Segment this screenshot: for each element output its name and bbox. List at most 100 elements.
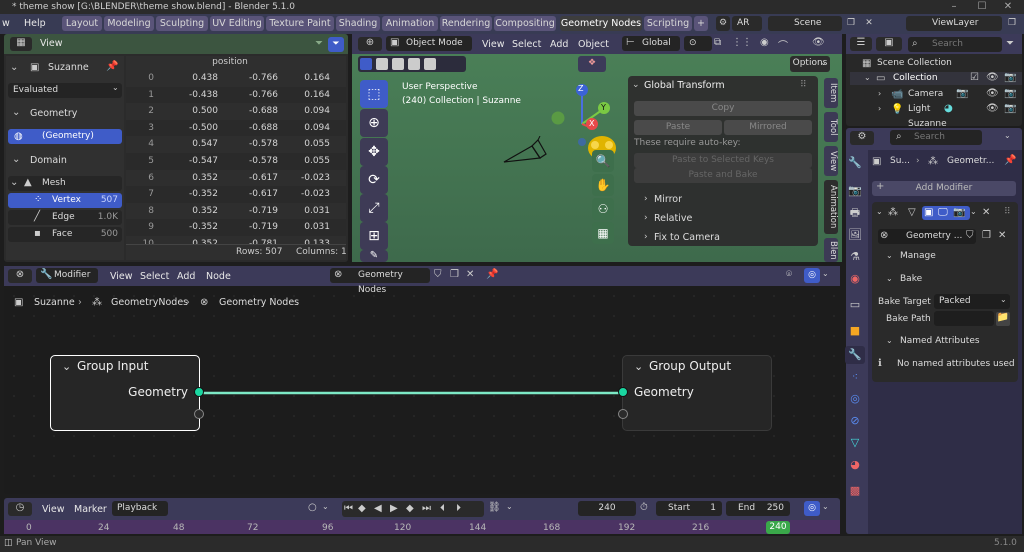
copy-button[interactable]: Copy — [634, 101, 812, 116]
falloff-icon[interactable]: ⌒ — [778, 37, 788, 52]
bake-path-field[interactable] — [934, 311, 994, 326]
outliner-camera[interactable]: Camera — [908, 89, 943, 99]
pin-scene-icon[interactable]: ⚙ — [716, 16, 730, 31]
collection-expand-icon[interactable]: ⌄ — [864, 73, 871, 82]
timeline-ruler[interactable] — [4, 520, 840, 534]
minimize-button[interactable]: – — [942, 0, 966, 14]
unlink-tree-icon[interactable]: ✕ — [466, 269, 474, 280]
ar-selector[interactable]: AR — [732, 16, 762, 31]
sidebar-tab-item[interactable]: Item — [824, 78, 838, 108]
bake-expand-icon[interactable]: ⌄ — [886, 274, 893, 283]
paste-button[interactable]: Paste — [634, 120, 722, 135]
tab-geometry-nodes[interactable]: Geometry Nodes — [560, 16, 642, 31]
new-scene-icon[interactable]: ❐ — [844, 16, 858, 31]
view-layer-tab-icon[interactable]: 🖼 — [845, 226, 865, 244]
particles-tab-icon[interactable]: ⁖ — [845, 368, 865, 386]
filter-outline-icon[interactable]: ⏷ — [312, 38, 326, 49]
object-tab-icon[interactable]: ■ — [845, 322, 865, 340]
collapse-domain-icon[interactable]: ⌄ — [12, 154, 20, 165]
filter-icon[interactable]: ⏷ — [328, 37, 344, 52]
select-box-mode-icon[interactable] — [360, 58, 372, 70]
camera-expand-icon[interactable]: › — [878, 89, 881, 98]
modifier-collapse-icon[interactable]: ⌄ — [876, 207, 883, 216]
current-frame-field[interactable]: 240 — [578, 501, 636, 516]
sidebar-tab-blender[interactable]: Blen — [824, 238, 838, 262]
transform-tool-icon[interactable]: ⊞ — [360, 222, 388, 250]
annotate-tool-icon[interactable]: ✎ — [360, 250, 388, 262]
paste-selected-keys-button[interactable]: Paste to Selected Keys — [634, 153, 812, 168]
paste-and-bake-button[interactable]: Paste and Bake — [634, 168, 812, 183]
jump-start-icon[interactable]: ⏮ — [344, 503, 353, 514]
viewport-menu-object[interactable]: Object — [578, 38, 609, 52]
node-editor-type-icon[interactable]: ⊗ — [8, 269, 32, 283]
move-tool-icon[interactable]: ✥ — [360, 138, 388, 166]
tab-texture-paint[interactable]: Texture Paint — [266, 16, 334, 31]
named-attributes-expand-icon[interactable]: ⌄ — [886, 336, 893, 345]
view-layer-selector[interactable]: ViewLayer — [906, 16, 1002, 31]
playhead[interactable]: 240 — [766, 521, 790, 534]
play-reverse-icon[interactable]: ◀ — [374, 503, 382, 514]
folder-icon[interactable]: 📁 — [996, 312, 1010, 326]
pan-view-icon[interactable]: ✋ — [592, 174, 614, 196]
pin-icon[interactable]: 📌 — [1004, 155, 1016, 166]
collapse-geometry-icon[interactable]: ⌄ — [12, 107, 20, 118]
select-invert-icon[interactable] — [408, 58, 420, 70]
spreadsheet-menu-view[interactable]: View — [40, 37, 63, 51]
camera-view-icon[interactable]: ⚇ — [592, 198, 614, 220]
relative-expand-icon[interactable]: › — [644, 213, 648, 223]
timeline-overlay-icon[interactable]: ◎ — [804, 501, 820, 516]
next-keyframe-icon[interactable]: ◆ — [406, 503, 414, 514]
render-display-icon[interactable]: 📷 — [953, 207, 965, 218]
on-cage-icon[interactable]: ▣ — [924, 207, 933, 218]
record-icon[interactable]: ○ — [308, 502, 317, 513]
node-group-select[interactable]: Geometry ... — [878, 229, 976, 244]
bake-section[interactable]: Bake — [900, 274, 922, 284]
select-extend-icon[interactable] — [376, 58, 388, 70]
evaluation-mode-select[interactable]: Evaluated — [8, 83, 122, 98]
light-expand-icon[interactable]: › — [878, 104, 881, 113]
properties-editor-type-icon[interactable]: ⚙ — [850, 131, 874, 145]
group-input-geometry-socket[interactable] — [194, 387, 204, 397]
proportional-edit-icon[interactable]: ◉ — [760, 37, 769, 48]
tab-animation[interactable]: Animation — [382, 16, 438, 31]
mirrored-button[interactable]: Mirrored — [724, 120, 812, 135]
delete-modifier-icon[interactable]: ✕ — [982, 207, 990, 218]
output-tab-icon[interactable]: 🖶 — [845, 204, 865, 222]
view-layer-options-icon[interactable]: ❐ — [1004, 16, 1020, 31]
viewport-menu-add[interactable]: Add — [550, 38, 568, 52]
jump-end-icon[interactable]: ⏭ — [422, 503, 431, 514]
snap-target-icon[interactable]: ⋮⋮ — [732, 37, 752, 48]
viewport-menu-view[interactable]: View — [482, 38, 505, 52]
viewport-menu-select[interactable]: Select — [512, 38, 541, 52]
visibility-icon[interactable]: 👁 — [986, 72, 999, 83]
delete-scene-icon[interactable]: ✕ — [862, 16, 876, 31]
modifier-drag-handle-icon[interactable]: ⠿ — [1004, 207, 1011, 217]
tab-modeling[interactable]: Modeling — [104, 16, 154, 31]
tool-tab-icon[interactable]: 🔧 — [845, 154, 865, 172]
scale-tool-icon[interactable]: ⤢ — [360, 194, 388, 222]
next-frame-icon[interactable]: ⏵ — [456, 503, 461, 514]
preview-range-icon[interactable]: ⏱ — [640, 502, 648, 513]
fake-user-icon[interactable]: ⛉ — [966, 230, 974, 241]
timeline-overlay-dropdown-icon[interactable]: ⌄ — [822, 502, 829, 511]
menu-window[interactable]: w — [2, 17, 10, 31]
prev-keyframe-icon[interactable]: ◆ — [358, 503, 366, 514]
keying-set-icon[interactable]: ⌄ — [506, 502, 513, 511]
data-tab-icon[interactable]: ▽ — [845, 434, 865, 452]
camera-object[interactable] — [502, 136, 550, 170]
node-tree-name[interactable]: Geometry Nodes — [330, 268, 430, 295]
node-collapse-icon[interactable]: ⌄ — [634, 360, 643, 373]
mirror-section[interactable]: Mirror — [654, 194, 682, 205]
record-options-icon[interactable]: ⌄ — [322, 502, 329, 511]
add-workspace-button[interactable]: + — [694, 16, 708, 31]
properties-options-icon[interactable]: ⌄ — [1004, 131, 1011, 140]
close-window-button[interactable]: ✕ — [996, 0, 1020, 14]
node-menu-add[interactable]: Add — [177, 270, 195, 284]
node-menu-view[interactable]: View — [110, 270, 133, 284]
physics-tab-icon[interactable]: ◎ — [845, 390, 865, 408]
outliner-light[interactable]: Light — [908, 104, 930, 114]
snap-icon[interactable]: ⧉ — [714, 37, 721, 48]
select-intersect-icon[interactable] — [424, 58, 436, 70]
properties-search[interactable]: Search — [890, 130, 982, 145]
playback-menu[interactable]: Playback — [112, 501, 168, 516]
